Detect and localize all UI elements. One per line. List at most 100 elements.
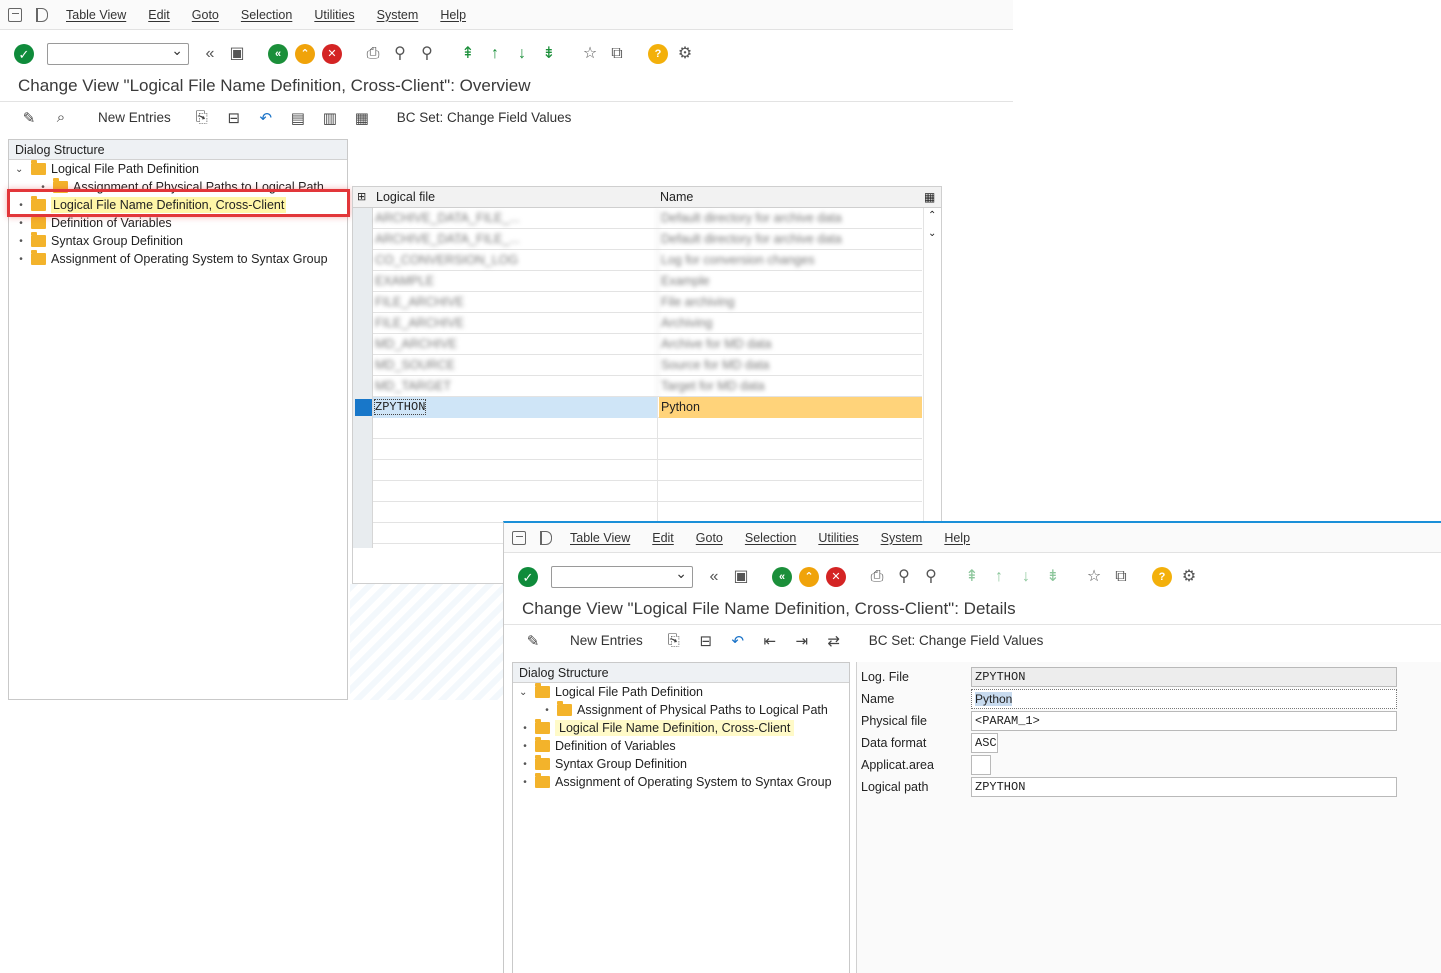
tree-node-assignment-os-syntax-group[interactable]: • Assignment of Operating System to Synt… bbox=[519, 773, 832, 791]
bc-set-change-field-values-button[interactable]: BC Set: Change Field Values bbox=[869, 633, 1044, 648]
undo-change-icon[interactable]: ↶ bbox=[727, 632, 749, 650]
help-icon[interactable]: ? bbox=[1152, 567, 1172, 587]
save-icon[interactable]: ▣ bbox=[226, 43, 248, 65]
table-row-empty[interactable] bbox=[373, 418, 922, 439]
cell-name[interactable]: Python bbox=[659, 397, 922, 418]
menu-help[interactable]: Help bbox=[944, 531, 970, 545]
first-page-icon[interactable]: ⇞ bbox=[457, 43, 479, 65]
menu-selection[interactable]: Selection bbox=[745, 531, 796, 545]
first-page-icon[interactable]: ⇞ bbox=[961, 566, 983, 588]
delete-icon[interactable]: ⊟ bbox=[223, 109, 245, 127]
menu-utilities[interactable]: Utilities bbox=[818, 531, 858, 545]
scroll-up-icon[interactable]: ⌃ bbox=[928, 210, 936, 221]
cell-logical-file[interactable]: MD_ARCHIVE bbox=[373, 334, 658, 355]
back-icon[interactable]: « bbox=[772, 567, 792, 587]
cell-logical-file[interactable]: ARCHIVE_DATA_FILE_... bbox=[373, 208, 658, 229]
cell-name[interactable]: Target for MD data bbox=[659, 376, 922, 397]
system-menu-icon[interactable] bbox=[512, 530, 526, 545]
back-icon[interactable]: « bbox=[268, 44, 288, 64]
command-field[interactable] bbox=[551, 565, 693, 588]
select-all-icon[interactable]: ▤ bbox=[287, 109, 309, 127]
cell-name[interactable]: Default directory for archive data bbox=[659, 229, 922, 250]
last-page-icon[interactable]: ⇟ bbox=[538, 43, 560, 65]
details-icon[interactable]: ⌕ bbox=[50, 109, 72, 126]
table-row[interactable]: EXAMPLE Example bbox=[373, 271, 922, 292]
menu-help[interactable]: Help bbox=[440, 8, 466, 22]
menu-system[interactable]: System bbox=[881, 531, 923, 545]
tree-node-logical-file-path[interactable]: ⌄ Logical File Path Definition bbox=[15, 160, 199, 178]
cell-name[interactable]: Example bbox=[659, 271, 922, 292]
tree-node-assignment-os-syntax-group[interactable]: • Assignment of Operating System to Synt… bbox=[15, 250, 328, 268]
new-entries-button[interactable]: New Entries bbox=[570, 633, 643, 648]
table-row-empty[interactable] bbox=[373, 439, 922, 460]
row-selector-column[interactable] bbox=[353, 208, 373, 548]
name-input[interactable]: Python bbox=[971, 689, 1397, 709]
create-session-icon[interactable]: ☆ bbox=[1083, 566, 1105, 588]
applicat-area-input[interactable] bbox=[971, 755, 991, 775]
delete-icon[interactable]: ⊟ bbox=[695, 632, 717, 650]
menu-table-view[interactable]: Table View bbox=[66, 8, 126, 22]
table-row[interactable]: FILE_ARCHIVE Archiving bbox=[373, 313, 922, 334]
menu-system[interactable]: System bbox=[377, 8, 419, 22]
menu-table-view[interactable]: Table View bbox=[570, 531, 630, 545]
cell-name[interactable]: Source for MD data bbox=[659, 355, 922, 376]
tree-node-logical-file-name[interactable]: • Logical File Name Definition, Cross-Cl… bbox=[519, 719, 795, 737]
cell-name[interactable]: File archiving bbox=[659, 292, 922, 313]
scroll-down-icon[interactable]: ⌄ bbox=[928, 228, 936, 239]
help-icon[interactable]: ? bbox=[648, 44, 668, 64]
shortcut-icon[interactable]: ⧉ bbox=[606, 43, 628, 65]
undo-change-icon[interactable]: ↶ bbox=[255, 109, 277, 127]
last-page-icon[interactable]: ⇟ bbox=[1042, 566, 1064, 588]
menu-goto[interactable]: Goto bbox=[192, 8, 219, 22]
customize-layout-icon[interactable] bbox=[540, 530, 552, 545]
next-entry-icon[interactable]: ⇥ bbox=[791, 632, 813, 650]
menu-goto[interactable]: Goto bbox=[696, 531, 723, 545]
create-session-icon[interactable]: ☆ bbox=[579, 43, 601, 65]
find-next-icon[interactable]: ⚲ bbox=[416, 43, 438, 65]
cell-name[interactable]: Log for conversion changes bbox=[659, 250, 922, 271]
table-row[interactable]: CO_CONVERSION_LOG Log for conversion chan… bbox=[373, 250, 922, 271]
tree-node-assignment-physical-paths[interactable]: • Assignment of Physical Paths to Logica… bbox=[541, 701, 828, 719]
table-row[interactable]: FILE_ARCHIVE File archiving bbox=[373, 292, 922, 313]
table-row[interactable]: ARCHIVE_DATA_FILE_... Default directory f… bbox=[373, 229, 922, 250]
table-row-selected[interactable]: ZPYTHON Python bbox=[373, 397, 922, 418]
exit-icon[interactable]: ⌃ bbox=[799, 567, 819, 587]
cancel-icon[interactable]: ✕ bbox=[322, 44, 342, 64]
system-menu-icon[interactable] bbox=[8, 7, 22, 22]
table-row[interactable]: MD_ARCHIVE Archive for MD data bbox=[373, 334, 922, 355]
find-next-icon[interactable]: ⚲ bbox=[920, 566, 942, 588]
copy-as-icon[interactable]: ⎘ bbox=[191, 109, 213, 126]
cell-name[interactable]: Archive for MD data bbox=[659, 334, 922, 355]
enter-check-icon[interactable]: ✓ bbox=[14, 44, 34, 64]
double-chevron-left-icon[interactable]: « bbox=[199, 43, 221, 65]
cell-name[interactable]: Archiving bbox=[659, 313, 922, 334]
print-icon[interactable]: ⎙ bbox=[362, 43, 384, 65]
collapse-chevron-icon[interactable]: ⌄ bbox=[519, 687, 531, 698]
cell-logical-file[interactable]: FILE_ARCHIVE bbox=[373, 292, 658, 313]
settings-gear-icon[interactable]: ⚙ bbox=[1178, 566, 1200, 588]
select-block-icon[interactable]: ▥ bbox=[319, 109, 341, 127]
print-icon[interactable]: ⎙ bbox=[866, 566, 888, 588]
column-header-logical-file[interactable]: Logical file bbox=[376, 190, 435, 204]
collapse-chevron-icon[interactable]: ⌄ bbox=[15, 164, 27, 175]
table-settings-icon[interactable]: ⊞ bbox=[357, 190, 366, 203]
new-entries-button[interactable]: New Entries bbox=[98, 110, 171, 125]
deselect-all-icon[interactable]: ▦ bbox=[351, 109, 373, 127]
display-change-icon[interactable]: ✎ bbox=[18, 109, 40, 127]
tree-node-logical-file-path[interactable]: ⌄ Logical File Path Definition bbox=[519, 683, 703, 701]
find-icon[interactable]: ⚲ bbox=[893, 566, 915, 588]
exit-icon[interactable]: ⌃ bbox=[295, 44, 315, 64]
cell-logical-file[interactable]: ZPYTHON bbox=[373, 397, 658, 418]
copy-as-icon[interactable]: ⎘ bbox=[663, 632, 685, 649]
save-icon[interactable]: ▣ bbox=[730, 566, 752, 588]
menu-selection[interactable]: Selection bbox=[241, 8, 292, 22]
table-scrollbar[interactable]: ⌃ ⌄ bbox=[923, 208, 941, 523]
cell-logical-file[interactable]: EXAMPLE bbox=[373, 271, 658, 292]
table-row[interactable]: MD_TARGET Target for MD data bbox=[373, 376, 922, 397]
column-header-name[interactable]: Name bbox=[660, 190, 693, 204]
next-page-icon[interactable]: ↓ bbox=[1015, 566, 1037, 588]
cancel-icon[interactable]: ✕ bbox=[826, 567, 846, 587]
other-entry-icon[interactable]: ⇄ bbox=[823, 632, 845, 650]
customize-layout-icon[interactable] bbox=[36, 7, 48, 22]
shortcut-icon[interactable]: ⧉ bbox=[1110, 566, 1132, 588]
